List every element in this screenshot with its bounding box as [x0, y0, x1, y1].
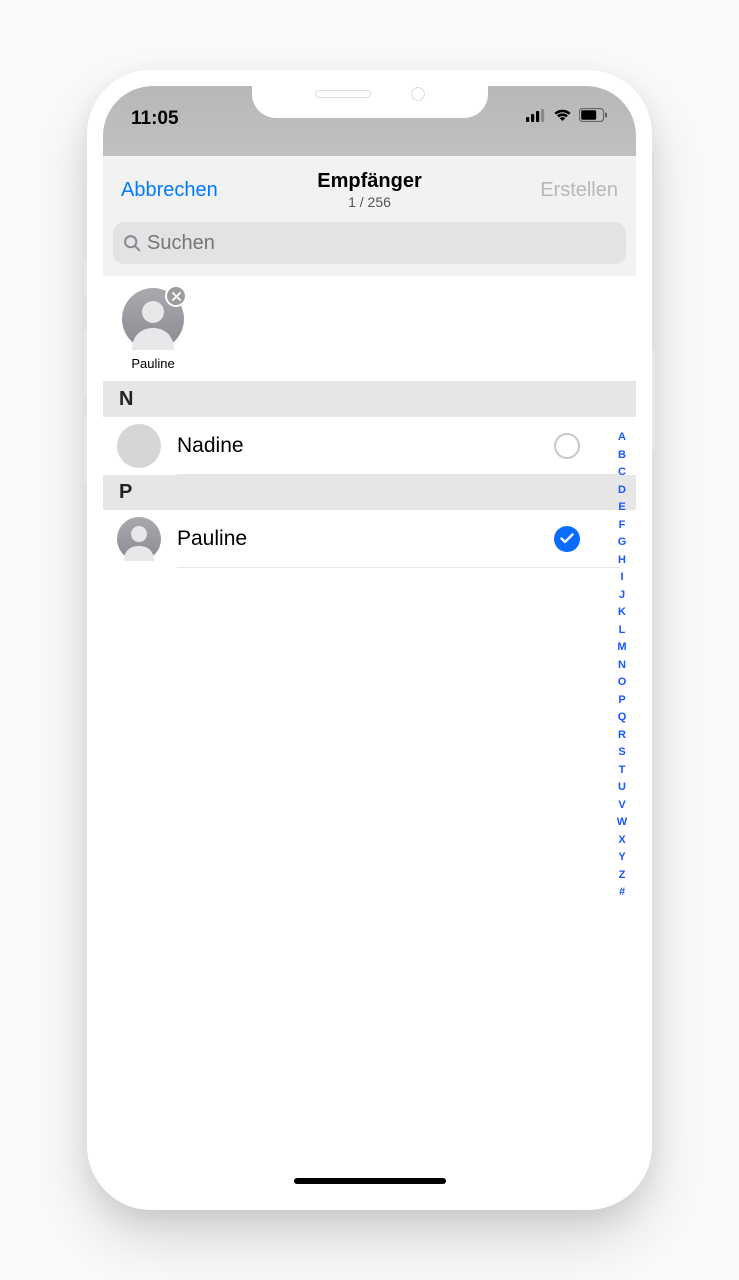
- notch: [252, 86, 488, 118]
- volume-up-button: [84, 330, 87, 396]
- index-letter[interactable]: H: [618, 552, 626, 570]
- index-letter[interactable]: G: [618, 534, 627, 552]
- index-letter[interactable]: E: [618, 499, 625, 517]
- checkmark-icon: [560, 533, 574, 544]
- mute-switch: [84, 260, 87, 296]
- alphabet-index[interactable]: ABCDEFGHIJKLMNOPQRSTUVWXYZ#: [612, 429, 632, 902]
- index-letter[interactable]: T: [619, 762, 626, 780]
- index-letter[interactable]: F: [619, 517, 626, 535]
- status-icons: [526, 108, 608, 122]
- front-camera: [411, 87, 425, 101]
- cellular-icon: [526, 109, 546, 122]
- screen: 11:05: [103, 86, 636, 1194]
- selection-circle-unchecked[interactable]: [554, 433, 580, 459]
- index-letter[interactable]: X: [618, 832, 625, 850]
- page-title: Empfänger: [317, 170, 421, 193]
- contact-row[interactable]: Pauline: [103, 510, 636, 568]
- contact-row[interactable]: Nadine: [103, 417, 636, 475]
- index-letter[interactable]: Y: [618, 849, 625, 867]
- index-letter[interactable]: M: [617, 639, 626, 657]
- index-letter[interactable]: O: [618, 674, 627, 692]
- index-letter[interactable]: P: [618, 692, 625, 710]
- index-letter[interactable]: B: [618, 447, 626, 465]
- earpiece-speaker: [315, 90, 371, 98]
- selected-recipients-strip: Pauline: [103, 276, 636, 382]
- index-letter[interactable]: #: [619, 884, 625, 902]
- cancel-button[interactable]: Abbrechen: [121, 179, 317, 202]
- section-header: P: [103, 475, 636, 510]
- selected-chip-name: Pauline: [131, 356, 174, 371]
- section-header: N: [103, 382, 636, 417]
- selected-chip[interactable]: Pauline: [117, 288, 189, 371]
- navigation-bar: Abbrechen Empfänger 1 / 256 Erstellen: [103, 156, 636, 222]
- index-letter[interactable]: C: [618, 464, 626, 482]
- person-icon: [117, 517, 161, 561]
- index-letter[interactable]: Q: [618, 709, 627, 727]
- index-letter[interactable]: R: [618, 727, 626, 745]
- search-icon: [123, 234, 141, 252]
- remove-selected-button[interactable]: [165, 285, 187, 307]
- contact-list[interactable]: N Nadine P Pauline: [103, 382, 636, 568]
- index-letter[interactable]: W: [617, 814, 627, 832]
- battery-icon: [579, 108, 608, 122]
- nav-title-block: Empfänger 1 / 256: [317, 170, 421, 210]
- contact-name: Pauline: [177, 527, 538, 551]
- create-button[interactable]: Erstellen: [422, 179, 618, 202]
- home-indicator[interactable]: [294, 1178, 446, 1184]
- wifi-icon: [553, 108, 572, 122]
- index-letter[interactable]: V: [618, 797, 625, 815]
- close-icon: [172, 292, 181, 301]
- index-letter[interactable]: I: [620, 569, 623, 587]
- index-letter[interactable]: L: [619, 622, 626, 640]
- avatar: [117, 517, 161, 561]
- avatar: [117, 424, 161, 468]
- search-container: [103, 222, 636, 276]
- index-letter[interactable]: A: [618, 429, 626, 447]
- volume-down-button: [84, 416, 87, 482]
- selection-counter: 1 / 256: [317, 194, 421, 210]
- index-letter[interactable]: D: [618, 482, 626, 500]
- index-letter[interactable]: J: [619, 587, 625, 605]
- power-button: [652, 350, 655, 450]
- selection-circle-checked[interactable]: [554, 526, 580, 552]
- contact-name: Nadine: [177, 434, 538, 458]
- clock-time: 11:05: [131, 108, 179, 130]
- index-letter[interactable]: U: [618, 779, 626, 797]
- avatar: [122, 288, 184, 350]
- index-letter[interactable]: Z: [619, 867, 626, 885]
- phone-frame: 11:05: [87, 70, 652, 1210]
- index-letter[interactable]: N: [618, 657, 626, 675]
- search-input[interactable]: [147, 232, 616, 255]
- search-box[interactable]: [113, 222, 626, 264]
- index-letter[interactable]: S: [618, 744, 625, 762]
- index-letter[interactable]: K: [618, 604, 626, 622]
